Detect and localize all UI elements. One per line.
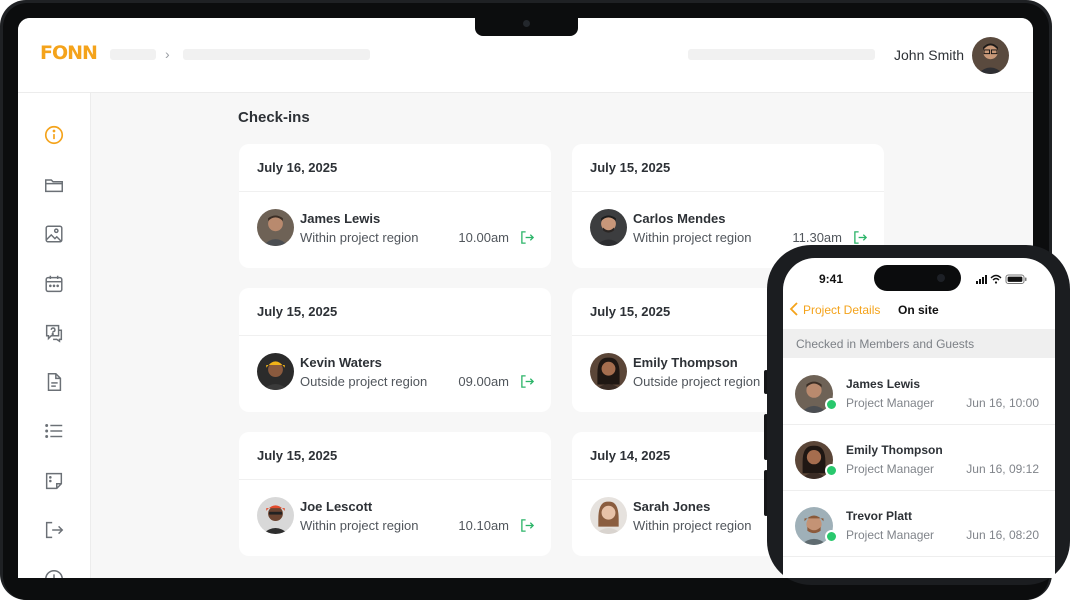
back-button[interactable]: Project Details	[803, 303, 880, 317]
divider	[572, 191, 884, 192]
check-in-icon[interactable]	[520, 230, 535, 245]
camera-icon	[937, 274, 945, 282]
breadcrumb-placeholder[interactable]	[110, 49, 156, 60]
member-list-item[interactable]: Emily Thompson Project Manager Jun 16, 0…	[783, 425, 1055, 491]
check-in-card[interactable]: July 15, 2025 Joe Lescott Within project…	[239, 432, 551, 556]
member-name: Carlos Mendes	[633, 211, 726, 226]
region-status: Within project region	[633, 230, 752, 245]
member-list-item[interactable]: James Lewis Project Manager Jun 16, 10:0…	[783, 359, 1055, 425]
avatar	[590, 353, 627, 390]
help-chat-icon[interactable]	[43, 322, 65, 344]
check-in-time: 11.30am	[792, 230, 842, 245]
member-name: James Lewis	[846, 377, 921, 391]
status-icons	[976, 274, 1027, 284]
sticky-note-icon[interactable]	[43, 470, 65, 492]
online-status-icon	[825, 530, 838, 543]
member-role: Project Manager	[846, 462, 935, 476]
page-title: Check-ins	[238, 109, 310, 126]
chevron-left-icon[interactable]	[789, 302, 799, 316]
check-in-time: 10.10am	[458, 518, 509, 533]
document-icon[interactable]	[43, 371, 65, 393]
member-name: Emily Thompson	[633, 355, 738, 370]
dynamic-island	[874, 265, 961, 291]
member-name: Sarah Jones	[633, 499, 711, 514]
member-role: Project Manager	[846, 528, 935, 542]
check-in-icon[interactable]	[43, 519, 65, 541]
screen-title: On site	[898, 303, 939, 317]
divider	[239, 191, 551, 192]
search-placeholder[interactable]	[688, 49, 875, 60]
camera-notch	[475, 16, 578, 36]
region-status: Outside project region	[633, 374, 761, 389]
divider	[239, 479, 551, 480]
fonn-logo[interactable]: FONN	[40, 42, 98, 64]
folder-icon[interactable]	[43, 174, 65, 196]
card-date: July 15, 2025	[257, 304, 338, 319]
member-name: Kevin Waters	[300, 355, 382, 370]
chevron-right-icon: ›	[165, 46, 170, 62]
sidebar	[18, 93, 91, 578]
card-date: July 16, 2025	[257, 160, 338, 175]
region-status: Within project region	[300, 230, 419, 245]
user-avatar[interactable]	[972, 37, 1009, 74]
calendar-icon[interactable]	[43, 273, 65, 295]
check-in-time: Jun 16, 09:12	[966, 462, 1039, 476]
region-status: Within project region	[300, 518, 419, 533]
check-in-icon[interactable]	[520, 374, 535, 389]
member-name: Emily Thompson	[846, 443, 943, 457]
check-in-time: Jun 16, 08:20	[966, 528, 1039, 542]
check-in-icon[interactable]	[520, 518, 535, 533]
member-role: Project Manager	[846, 396, 935, 410]
section-title: Checked in Members and Guests	[796, 337, 975, 351]
phone-screen: 9:41 Project Details On site Checked in …	[783, 258, 1055, 578]
info-icon[interactable]	[43, 124, 65, 146]
section-header: Checked in Members and Guests	[783, 329, 1055, 358]
avatar	[257, 497, 294, 534]
list-icon[interactable]	[43, 420, 65, 442]
member-list-item[interactable]: Trevor Platt Project Manager Jun 16, 08:…	[783, 491, 1055, 557]
divider	[239, 335, 551, 336]
card-date: July 15, 2025	[590, 160, 671, 175]
check-in-time: 10.00am	[458, 230, 509, 245]
member-name: James Lewis	[300, 211, 381, 226]
image-icon[interactable]	[43, 223, 65, 245]
member-name: Joe Lescott	[300, 499, 373, 514]
member-name: Trevor Platt	[846, 509, 913, 523]
check-in-time: Jun 16, 10:00	[966, 396, 1039, 410]
card-date: July 14, 2025	[590, 448, 671, 463]
check-in-time: 09.00am	[458, 374, 509, 389]
card-date: July 15, 2025	[590, 304, 671, 319]
breadcrumb-placeholder[interactable]	[183, 49, 370, 60]
card-date: July 15, 2025	[257, 448, 338, 463]
region-status: Outside project region	[300, 374, 428, 389]
status-time: 9:41	[819, 272, 844, 286]
check-in-card[interactable]: July 15, 2025 Kevin Waters Outside proje…	[239, 288, 551, 412]
check-in-card[interactable]: July 16, 2025 James Lewis Within project…	[239, 144, 551, 268]
avatar	[257, 209, 294, 246]
avatar	[590, 209, 627, 246]
avatar	[257, 353, 294, 390]
online-status-icon	[825, 464, 838, 477]
camera-icon	[523, 20, 530, 27]
user-name[interactable]: John Smith	[894, 47, 964, 63]
check-in-icon[interactable]	[853, 230, 868, 245]
avatar	[590, 497, 627, 534]
online-status-icon	[825, 398, 838, 411]
region-status: Within project region	[633, 518, 752, 533]
